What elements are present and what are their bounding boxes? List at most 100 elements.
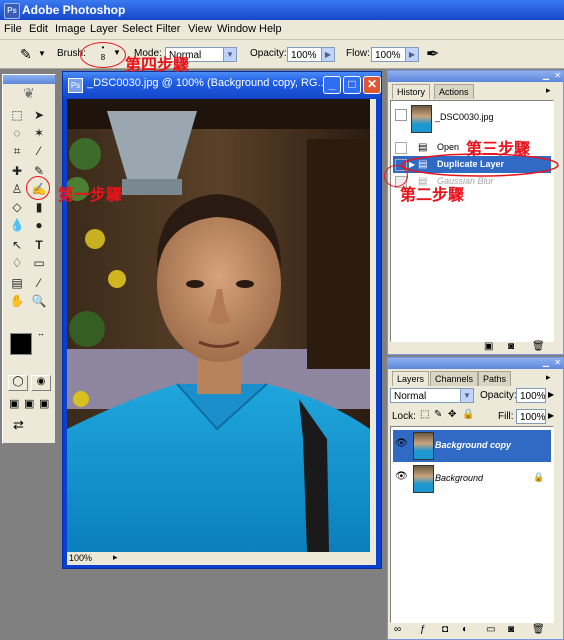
document-status-bar: 100% ▸ [67,552,376,565]
feather-logo-icon: ❦ [23,85,35,101]
chevron-down-icon[interactable]: ▼ [38,49,46,58]
tab-paths[interactable]: Paths [478,371,512,386]
blend-mode-chevron-down-icon[interactable]: ▼ [460,388,474,403]
lock-all-icon[interactable]: 🔒 [462,409,474,420]
opacity-arrow-icon[interactable]: ▶ [321,47,335,62]
flow-input[interactable]: 100% [371,47,406,62]
mode-chevron-down-icon[interactable]: ▼ [223,47,237,62]
portrait-photo [67,99,370,552]
layers-list: 👁 Background copy 👁 Background 🔒 [390,426,554,623]
panel-close-icon[interactable]: ✕ [554,71,561,80]
hand-tool-icon[interactable]: ✋ [9,293,25,309]
app-title: Adobe Photoshop [22,3,126,17]
crop-tool-icon[interactable]: ⌗ [9,143,25,159]
status-arrow-icon[interactable]: ▸ [113,552,118,563]
history-snapshot[interactable]: _DSC0030.jpg [393,103,551,133]
layer-row-background-copy[interactable]: 👁 Background copy [393,430,551,462]
menu-view[interactable]: View [188,23,212,35]
quick-mask-mode-icon[interactable]: ◉ [31,375,51,391]
shape-tool-icon[interactable]: ▭ [31,255,47,271]
marquee-tool-icon[interactable]: ⬚ [9,107,25,123]
layer-mask-icon[interactable]: ◘ [442,624,448,635]
layer-row-background[interactable]: 👁 Background 🔒 [393,463,551,495]
foreground-color-swatch[interactable] [10,333,32,355]
link-layers-icon[interactable]: ∞ [394,624,401,635]
lock-position-icon[interactable]: ✥ [448,409,456,420]
magic-wand-tool-icon[interactable]: ✶ [31,125,47,141]
panel-minimize-icon[interactable]: ▁ [543,71,549,80]
eye-icon[interactable]: 👁 [395,471,408,482]
type-tool-icon[interactable]: T [31,237,47,253]
new-snapshot-icon[interactable]: ◙ [508,341,514,352]
menu-filter[interactable]: Filter [156,23,180,35]
tab-history[interactable]: History [392,84,431,99]
pen-tool-icon[interactable]: ♢ [9,255,25,271]
delete-layer-icon[interactable]: 🗑 [532,624,545,635]
fill-arrow-icon[interactable]: ▶ [548,411,554,420]
healing-brush-tool-icon[interactable]: ✚ [9,163,25,179]
menu-window[interactable]: Window [217,23,256,35]
gradient-tool-icon[interactable]: ▮ [31,199,47,215]
slice-tool-icon[interactable]: ⁄ [31,143,47,159]
tab-actions[interactable]: Actions [434,84,474,99]
lasso-tool-icon[interactable]: ◌ [9,125,25,141]
screen-mode-menu-icon[interactable]: ▣ [24,397,34,410]
menu-file[interactable]: File [4,23,22,35]
lock-pixels-icon[interactable]: ✎ [434,409,442,420]
tab-layers[interactable]: Layers [392,371,430,386]
eyedropper-tool-icon[interactable]: ⁄ [31,275,47,291]
standard-mode-icon[interactable]: ◯ [8,375,28,391]
layer-style-icon[interactable]: ƒ [420,624,426,635]
panel-menu-icon[interactable]: ▸ [546,372,551,383]
photo-canvas[interactable] [67,99,370,552]
new-group-icon[interactable]: ▭ [486,624,495,635]
new-document-from-state-icon[interactable]: ▣ [484,341,493,352]
notes-tool-icon[interactable]: ▤ [9,275,25,291]
menu-select[interactable]: Select [122,23,153,35]
move-tool-icon[interactable]: ➤ [31,107,47,123]
swap-colors-icon[interactable]: ↔ [37,329,45,338]
layer-opacity-arrow-icon[interactable]: ▶ [548,390,554,399]
tab-channels[interactable]: Channels [430,371,479,386]
zoom-tool-icon[interactable]: 🔍 [31,293,47,309]
flow-label: Flow: [346,48,370,59]
blur-tool-icon[interactable]: 💧 [9,217,25,233]
clone-stamp-tool-icon[interactable]: ♙ [9,181,25,197]
maximize-button[interactable]: □ [343,76,361,94]
flow-arrow-icon[interactable]: ▶ [405,47,419,62]
snapshot-name: _DSC0030.jpg [435,112,494,122]
toolbox-header [3,75,55,84]
adjustment-layer-icon[interactable]: ◐ [462,624,468,635]
airbrush-icon[interactable]: ✒ [426,44,439,64]
history-brush-tool-preset-icon[interactable]: ✎ [20,46,32,63]
screen-mode-full-icon[interactable]: ▣ [39,397,49,410]
vertical-scrollbar[interactable] [370,99,376,552]
screen-mode-standard-icon[interactable]: ▣ [9,397,19,410]
minimize-button[interactable]: _ [323,76,341,94]
toolbox: ❦ ⬚ ➤ ◌ ✶ ⌗ ⁄ ✚ ✎ ♙ ✍ ◇ ▮ 💧 ● ↖ T ♢ ▭ ▤ … [2,74,56,444]
opacity-input[interactable]: 100% [287,47,322,62]
panel-menu-icon[interactable]: ▸ [546,85,551,96]
lock-transparency-icon[interactable]: ⬚ [420,409,429,420]
new-layer-icon[interactable]: ◙ [508,624,514,635]
eye-icon[interactable]: 👁 [395,438,408,449]
fill-input[interactable]: 100% [516,409,546,424]
jump-to-imageready-icon[interactable]: ⇄ [13,417,24,433]
dodge-tool-icon[interactable]: ● [31,217,47,233]
menu-help[interactable]: Help [259,23,282,35]
document-title-bar[interactable]: Ps _DSC0030.jpg @ 100% (Background copy,… [63,72,381,98]
lock-label: Lock: [392,411,416,422]
menu-image[interactable]: Image [55,23,86,35]
menu-edit[interactable]: Edit [29,23,48,35]
annotation-circle-step1 [26,176,50,200]
close-button[interactable]: ✕ [363,76,381,94]
zoom-level[interactable]: 100% [69,553,92,563]
menu-layer[interactable]: Layer [90,23,118,35]
layer-opacity-input[interactable]: 100% [516,388,546,403]
trash-icon[interactable]: 🗑 [532,341,545,352]
eraser-tool-icon[interactable]: ◇ [9,199,25,215]
panel-close-icon[interactable]: ✕ [554,358,561,367]
panel-minimize-icon[interactable]: ▁ [543,358,549,367]
path-selection-tool-icon[interactable]: ↖ [9,237,25,253]
snapshot-checkbox[interactable] [395,109,407,121]
